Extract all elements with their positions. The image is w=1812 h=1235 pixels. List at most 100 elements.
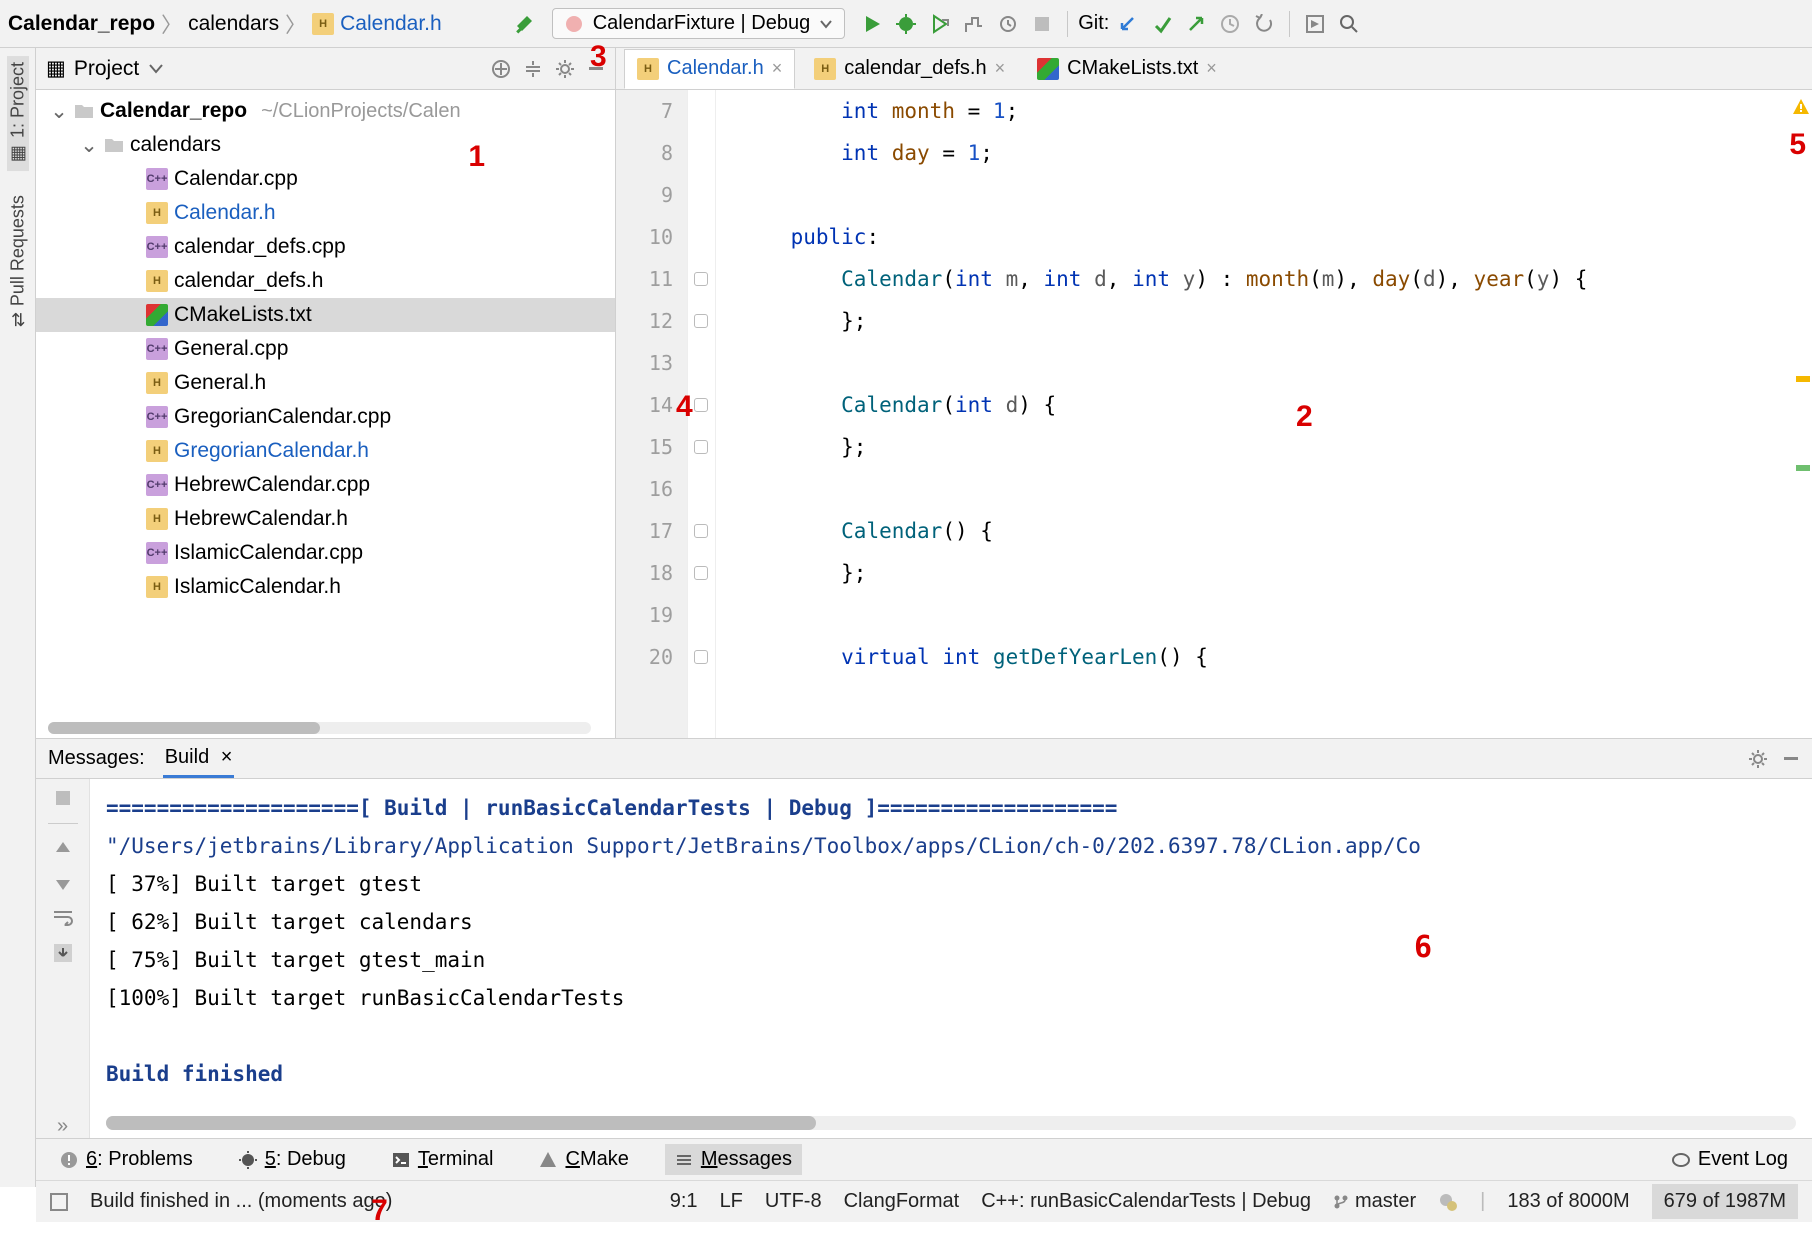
profile-button[interactable] bbox=[959, 9, 989, 39]
tree-row[interactable]: H Calendar.h bbox=[36, 196, 615, 230]
toolwindow-tab-cmake[interactable]: CMake bbox=[529, 1144, 638, 1175]
stop-button[interactable] bbox=[1027, 9, 1057, 39]
git-commit-icon[interactable] bbox=[1147, 9, 1177, 39]
fold-handle[interactable] bbox=[694, 398, 708, 412]
editor-scrollbar[interactable] bbox=[1794, 98, 1810, 730]
horizontal-scrollbar[interactable] bbox=[106, 1116, 1796, 1130]
tree-row[interactable]: C++ GregorianCalendar.cpp bbox=[36, 400, 615, 434]
coverage-button[interactable] bbox=[925, 9, 955, 39]
toolwindow-tab-label: 6: Problems bbox=[86, 1148, 193, 1171]
down-arrow-icon[interactable] bbox=[54, 874, 72, 892]
stop-icon[interactable] bbox=[54, 789, 72, 807]
attach-button[interactable] bbox=[993, 9, 1023, 39]
editor-tab[interactable]: CMakeLists.txt × bbox=[1024, 49, 1230, 89]
scroll-to-end-icon[interactable] bbox=[52, 942, 74, 964]
tree-row[interactable]: H GregorianCalendar.h bbox=[36, 434, 615, 468]
toolwindow-tab-debug[interactable]: 5: Debug bbox=[229, 1144, 356, 1175]
project-tree[interactable]: ⌄ Calendar_repo~/CLionProjects/Calen ⌄ c… bbox=[36, 90, 615, 738]
fold-handle[interactable] bbox=[694, 566, 708, 580]
warning-stripe[interactable] bbox=[1796, 376, 1810, 382]
debug-button[interactable] bbox=[891, 9, 921, 39]
git-rollback-icon[interactable] bbox=[1249, 9, 1279, 39]
tab-label: Calendar.h bbox=[667, 57, 764, 80]
tree-item-label: GregorianCalendar.cpp bbox=[174, 405, 391, 429]
git-update-icon[interactable] bbox=[1113, 9, 1143, 39]
pull-requests-toolwindow-tab[interactable]: ⇄ Pull Requests bbox=[7, 189, 29, 333]
close-icon[interactable]: × bbox=[772, 58, 783, 79]
run-configuration-selector[interactable]: CalendarFixture | Debug bbox=[552, 8, 846, 39]
editor-tab[interactable]: H calendar_defs.h × bbox=[801, 49, 1018, 89]
separator: | bbox=[1480, 1190, 1485, 1213]
file-encoding[interactable]: UTF-8 bbox=[765, 1190, 822, 1213]
tree-row[interactable]: C++ HebrewCalendar.cpp bbox=[36, 468, 615, 502]
tree-row[interactable]: H General.h bbox=[36, 366, 615, 400]
caret-position[interactable]: 9:1 bbox=[670, 1190, 698, 1213]
editor-tab[interactable]: H Calendar.h × bbox=[624, 49, 795, 89]
code-area[interactable]: 7891011121314151617181920 int month = 1;… bbox=[616, 90, 1812, 738]
messages-build-tab[interactable]: Build × bbox=[163, 740, 235, 778]
project-toolwindow-tab[interactable]: ▦ 1: Project bbox=[7, 56, 29, 171]
chevron-down-icon[interactable] bbox=[149, 62, 163, 76]
tree-row[interactable]: ⌄ calendars bbox=[36, 128, 615, 162]
close-icon[interactable]: × bbox=[221, 746, 233, 768]
git-push-icon[interactable] bbox=[1181, 9, 1211, 39]
run-anything-icon[interactable] bbox=[1300, 9, 1330, 39]
tree-item-label: calendars bbox=[130, 133, 221, 157]
memory-indicator-2[interactable]: 679 of 1987M bbox=[1652, 1184, 1798, 1219]
hide-icon[interactable] bbox=[1782, 749, 1800, 767]
tree-row[interactable]: H calendar_defs.h bbox=[36, 264, 615, 298]
tree-row[interactable]: CMakeLists.txt bbox=[36, 298, 615, 332]
fold-handle[interactable] bbox=[694, 650, 708, 664]
fold-column[interactable] bbox=[688, 90, 716, 738]
tab-label: CMakeLists.txt bbox=[1067, 57, 1198, 80]
build-hammer-icon[interactable] bbox=[510, 9, 540, 39]
up-arrow-icon[interactable] bbox=[54, 840, 72, 858]
breadcrumb-file[interactable]: Calendar.h bbox=[340, 12, 442, 36]
line-separator[interactable]: LF bbox=[720, 1190, 743, 1213]
hide-icon[interactable] bbox=[587, 59, 605, 77]
breadcrumb-root[interactable]: Calendar_repo bbox=[8, 12, 155, 36]
select-opened-file-icon[interactable] bbox=[491, 59, 511, 79]
formatter[interactable]: ClangFormat bbox=[844, 1190, 960, 1213]
ok-stripe[interactable] bbox=[1796, 465, 1810, 471]
tree-row[interactable]: C++ IslamicCalendar.cpp bbox=[36, 536, 615, 570]
search-everywhere-icon[interactable] bbox=[1334, 9, 1364, 39]
tree-row[interactable]: H IslamicCalendar.h bbox=[36, 570, 615, 604]
toggle-toolwindows-icon[interactable] bbox=[50, 1193, 68, 1211]
expand-all-icon[interactable] bbox=[523, 59, 543, 79]
line-number-gutter[interactable]: 7891011121314151617181920 bbox=[616, 90, 688, 738]
tree-row[interactable]: H HebrewCalendar.h bbox=[36, 502, 615, 536]
gear-icon[interactable] bbox=[555, 59, 575, 79]
horizontal-scrollbar[interactable] bbox=[48, 722, 591, 734]
breadcrumb[interactable]: Calendar_repo 〉 calendars 〉 H Calendar.h bbox=[8, 9, 442, 39]
run-button[interactable] bbox=[857, 9, 887, 39]
tree-row[interactable]: C++ calendar_defs.cpp bbox=[36, 230, 615, 264]
close-icon[interactable]: × bbox=[1206, 58, 1217, 79]
expand-arrow-icon[interactable]: ⌄ bbox=[80, 133, 98, 158]
fold-handle[interactable] bbox=[694, 314, 708, 328]
close-icon[interactable]: × bbox=[995, 58, 1006, 79]
git-branch-widget[interactable]: master bbox=[1333, 1190, 1416, 1213]
chevron-right-icon: 〉 bbox=[285, 9, 306, 39]
toolwindow-tab-messages[interactable]: Messages bbox=[665, 1144, 802, 1175]
tree-row[interactable]: C++ Calendar.cpp bbox=[36, 162, 615, 196]
fold-handle[interactable] bbox=[694, 272, 708, 286]
toolwindow-tab-terminal[interactable]: Terminal bbox=[382, 1144, 504, 1175]
expand-arrow-icon[interactable]: ⌄ bbox=[50, 99, 68, 124]
background-tasks-icon[interactable] bbox=[1438, 1192, 1458, 1212]
code-content[interactable]: int month = 1; int day = 1; public: Cale… bbox=[716, 90, 1812, 738]
breadcrumb-folder[interactable]: calendars bbox=[188, 12, 279, 36]
event-log-tab[interactable]: Event Log bbox=[1662, 1144, 1798, 1175]
toolwindow-tab-problems[interactable]: 6: Problems bbox=[50, 1144, 203, 1175]
tree-row[interactable]: ⌄ Calendar_repo~/CLionProjects/Calen bbox=[36, 94, 615, 128]
memory-indicator-1[interactable]: 183 of 8000M bbox=[1507, 1190, 1629, 1213]
gear-icon[interactable] bbox=[1748, 749, 1768, 769]
run-context[interactable]: C++: runBasicCalendarTests | Debug bbox=[981, 1190, 1311, 1213]
fold-handle[interactable] bbox=[694, 524, 708, 538]
git-history-icon[interactable] bbox=[1215, 9, 1245, 39]
more-icon[interactable]: » bbox=[57, 1115, 68, 1138]
soft-wrap-icon[interactable] bbox=[52, 908, 74, 926]
fold-handle[interactable] bbox=[694, 440, 708, 454]
tree-row[interactable]: C++ General.cpp bbox=[36, 332, 615, 366]
build-output[interactable]: ====================[ Build | runBasicCa… bbox=[90, 779, 1812, 1110]
